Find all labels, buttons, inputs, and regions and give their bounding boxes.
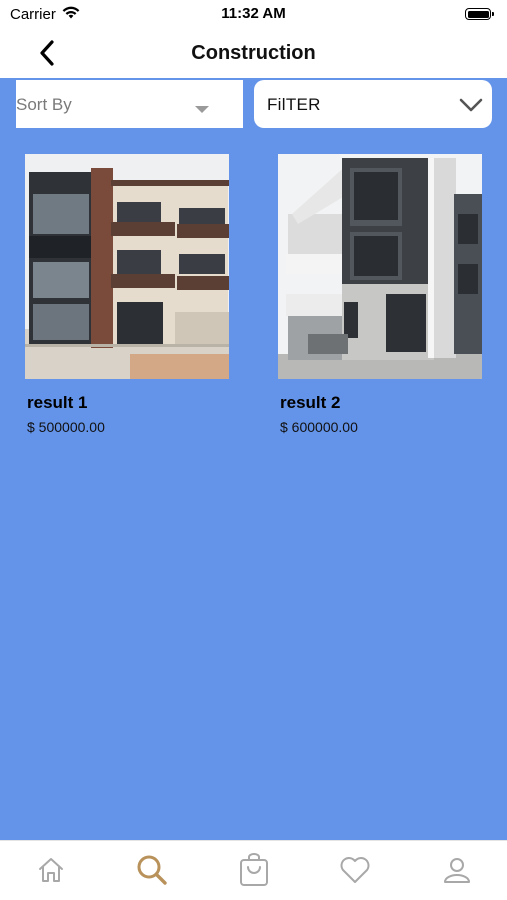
home-icon	[39, 858, 63, 882]
profile-icon	[444, 858, 470, 883]
status-bar: Carrier 11:32 AM	[0, 0, 507, 28]
tab-cart[interactable]	[237, 853, 271, 887]
caret-down-icon	[195, 106, 209, 113]
cart-icon	[240, 853, 268, 886]
chevron-down-icon	[459, 98, 483, 112]
page-title: Construction	[191, 41, 316, 64]
building-photo-1[interactable]	[25, 154, 229, 379]
search-icon	[137, 855, 167, 885]
result-card[interactable]: result 1 $ 500000.00	[25, 154, 230, 435]
result-title: result 2	[280, 393, 341, 412]
result-title: result 1	[27, 393, 88, 412]
tab-bar	[0, 840, 507, 900]
filter-dropdown[interactable]: FilTER	[254, 80, 492, 128]
tab-favorites[interactable]	[338, 853, 372, 887]
tab-home[interactable]	[34, 853, 68, 887]
tab-search[interactable]	[135, 853, 169, 887]
sort-by-label: Sort By	[16, 95, 72, 114]
navigation-bar: Construction	[0, 28, 507, 78]
filter-label: FilTER	[267, 95, 321, 114]
battery-icon	[465, 8, 494, 20]
result-price: $ 600000.00	[280, 419, 358, 435]
building-photo-2[interactable]	[278, 154, 482, 379]
result-price: $ 500000.00	[27, 419, 105, 435]
status-time: 11:32 AM	[221, 5, 286, 22]
chevron-left-icon	[40, 40, 54, 66]
sort-by-dropdown[interactable]: Sort By	[16, 80, 243, 128]
tab-profile[interactable]	[440, 853, 474, 887]
back-button[interactable]	[30, 36, 64, 70]
app-screen: Carrier 11:32 AM Construction Sort By Fi…	[0, 0, 507, 900]
heart-icon	[340, 857, 370, 883]
result-card[interactable]: result 2 $ 600000.00	[278, 154, 483, 435]
results-area: Sort By FilTER result 1 $ 500000.00 resu…	[0, 78, 507, 840]
